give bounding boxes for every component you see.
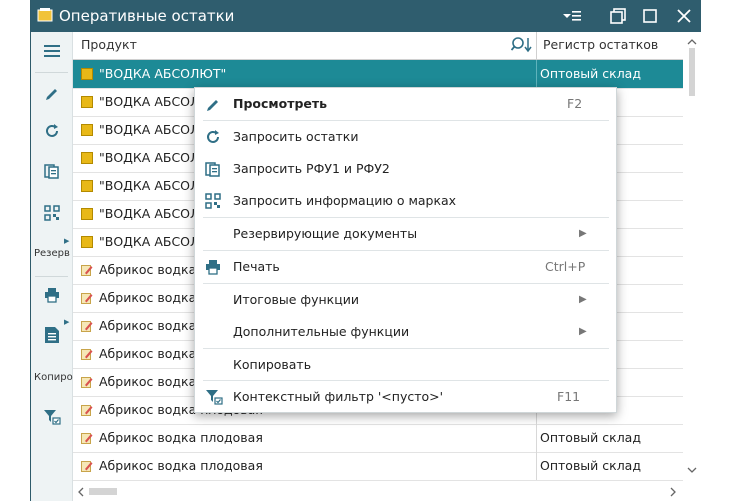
folder-icon: [81, 236, 93, 248]
table-row[interactable]: "ВОДКА АБСОЛЮТ" Оптовый склад: [73, 60, 683, 89]
copy-label[interactable]: Копиро: [34, 372, 73, 383]
documents-icon: [43, 164, 59, 179]
app-icon: [37, 7, 53, 23]
folder-icon: [81, 68, 93, 80]
reserve-label[interactable]: Резерв: [34, 248, 70, 259]
menu-item-label: Запросить РФУ1 и РФУ2: [233, 161, 390, 176]
edit-item-icon: [81, 348, 93, 360]
document-icon: [44, 327, 59, 343]
table-header: Продукт Регистр остатков: [73, 32, 683, 60]
edit-item-icon: [81, 404, 93, 416]
menu-item-copy[interactable]: Копировать: [195, 349, 616, 381]
edit-item-icon: [81, 320, 93, 332]
window-title: Оперативные остатки: [59, 7, 235, 25]
toolbar-divider: [35, 276, 68, 277]
column-header-product[interactable]: Продукт: [81, 37, 137, 52]
menu-item-label: Просмотреть: [233, 96, 328, 111]
menu-item-context-filter[interactable]: Контекстный фильтр '<пусто>' F11: [195, 381, 616, 413]
menu-item-label: Печать: [233, 259, 280, 274]
submenu-arrow-icon: ▶: [579, 326, 587, 337]
qr-code-button[interactable]: [31, 196, 72, 230]
column-divider: [536, 60, 537, 88]
menu-item-label: Контекстный фильтр '<пусто>': [233, 389, 444, 404]
folder-icon: [81, 208, 93, 220]
menu-item-label: Запросить информацию о марках: [233, 193, 457, 208]
toolbar-divider: [35, 72, 68, 73]
cell-register: Оптовый склад: [540, 66, 641, 81]
cell-register: Оптовый склад: [540, 430, 641, 445]
menu-item-extra[interactable]: Дополнительные функции ▶: [195, 316, 616, 348]
refresh-icon: [45, 124, 58, 137]
refresh-button[interactable]: [31, 114, 72, 148]
pencil-icon: [205, 96, 223, 114]
pencil-icon: [45, 89, 57, 100]
cell-product: Абрикос водка плодовая: [99, 458, 263, 473]
menu-dropdown-icon[interactable]: [559, 4, 585, 28]
column-divider: [536, 32, 537, 59]
side-toolbar: ▶ Резерв ▶ Копиро: [31, 32, 73, 501]
expand-arrow-icon: ▶: [64, 318, 70, 326]
table-row[interactable]: Абрикос водка плодовая Оптовый склад: [73, 424, 683, 453]
cell-product: Абрикос водка плодовая: [99, 430, 263, 445]
request-documents-button[interactable]: [31, 154, 72, 188]
folder-icon: [81, 96, 93, 108]
column-divider: [536, 452, 537, 480]
edit-item-icon: [81, 292, 93, 304]
folder-icon: [81, 124, 93, 136]
column-header-register[interactable]: Регистр остатков: [543, 37, 658, 52]
horizontal-scrollbar[interactable]: [73, 484, 701, 501]
submenu-arrow-icon: ▶: [579, 294, 587, 305]
menu-item-print[interactable]: Печать Ctrl+P: [195, 251, 616, 283]
column-divider: [536, 424, 537, 452]
menu-item-label: Запросить остатки: [233, 129, 359, 144]
maximize-icon[interactable]: [637, 4, 663, 28]
menu-item-label: Дополнительные функции: [233, 324, 410, 339]
menu-item-label: Резервирующие документы: [233, 226, 418, 241]
filter-icon: [43, 410, 61, 425]
menu-item-shortcut: Ctrl+P: [545, 259, 586, 274]
edit-item-icon: [81, 460, 93, 472]
table-row[interactable]: Абрикос водка плодовая Оптовый склад: [73, 452, 683, 481]
context-menu: Просмотреть F2 Запросить остатки Запроси…: [194, 87, 617, 413]
menu-item-request-stock[interactable]: Запросить остатки: [195, 121, 616, 153]
folder-icon: [81, 180, 93, 192]
edit-item-icon: [81, 264, 93, 276]
menu-item-shortcut: F2: [567, 96, 583, 111]
menu-item-reserve-docs[interactable]: Резервирующие документы ▶: [195, 218, 616, 250]
menu-item-request-rfu[interactable]: Запросить РФУ1 и РФУ2: [195, 153, 616, 185]
cell-register: Оптовый склад: [540, 458, 641, 473]
menu-item-label: Копировать: [233, 357, 312, 372]
edit-item-icon: [81, 432, 93, 444]
cell-product: "ВОДКА АБСОЛЮТ": [99, 66, 227, 81]
filter-icon: [205, 389, 223, 407]
filter-button[interactable]: [31, 400, 72, 434]
printer-icon: [44, 288, 59, 303]
hamburger-menu-button[interactable]: [31, 34, 72, 68]
submenu-arrow-icon: ▶: [579, 228, 587, 239]
close-icon[interactable]: [671, 4, 697, 28]
restore-icon[interactable]: [605, 4, 631, 28]
printer-icon: [205, 259, 223, 277]
menu-item-request-marks[interactable]: Запросить информацию о марках: [195, 185, 616, 217]
vertical-scrollbar[interactable]: [683, 32, 701, 484]
menu-item-shortcut: F11: [557, 389, 581, 404]
edit-item-icon: [81, 376, 93, 388]
menu-item-view[interactable]: Просмотреть F2: [195, 88, 616, 120]
title-bar: Оперативные остатки: [31, 0, 701, 32]
menu-item-label: Итоговые функции: [233, 292, 359, 307]
edit-button[interactable]: [31, 76, 72, 110]
search-icon[interactable]: [510, 36, 533, 54]
qr-code-icon: [205, 193, 223, 211]
expand-arrow-icon: ▶: [64, 237, 70, 245]
menu-item-totals[interactable]: Итоговые функции ▶: [195, 284, 616, 316]
refresh-icon: [205, 129, 223, 147]
folder-icon: [81, 152, 93, 164]
qr-code-icon: [43, 205, 60, 221]
documents-icon: [205, 161, 223, 179]
print-button[interactable]: [31, 278, 72, 312]
